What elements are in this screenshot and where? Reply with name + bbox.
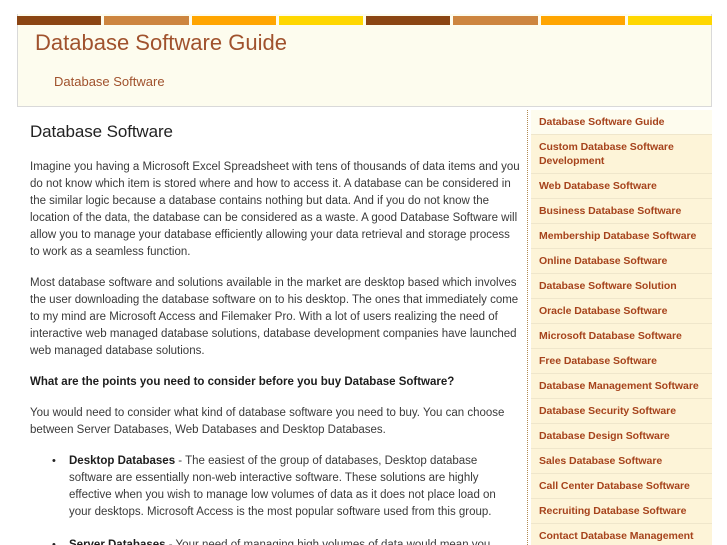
list-item: • Desktop Databases - The easiest of the …: [52, 453, 520, 521]
sidebar-item-label[interactable]: Recruiting Database Software: [539, 504, 706, 518]
site-title: Database Software Guide: [35, 30, 287, 55]
sidebar-item-label[interactable]: Call Center Database Software: [539, 479, 706, 493]
sidebar-item[interactable]: Free Database Software: [531, 349, 712, 374]
list-item-term: Desktop Databases: [69, 455, 176, 467]
database-type-list: • Desktop Databases - The easiest of the …: [30, 453, 520, 545]
sidebar-item[interactable]: Web Database Software: [531, 174, 712, 199]
sidebar-item[interactable]: Call Center Database Software: [531, 474, 712, 499]
color-bar-segment: [366, 16, 451, 25]
color-bar-segment: [191, 16, 276, 25]
color-bar-segment: [278, 16, 363, 25]
sidebar-item-label[interactable]: Free Database Software: [539, 354, 706, 368]
sidebar-navigation: Database Software Guide Custom Database S…: [527, 110, 712, 545]
sidebar-item-label[interactable]: Business Database Software: [539, 204, 706, 218]
sidebar-item[interactable]: Database Design Software: [531, 424, 712, 449]
sidebar-item[interactable]: Online Database Software: [531, 249, 712, 274]
question-heading: What are the points you need to consider…: [30, 376, 455, 388]
sidebar-item[interactable]: Microsoft Database Software: [531, 324, 712, 349]
sidebar-item[interactable]: Business Database Software: [531, 199, 712, 224]
list-item: • Server Databases - Your need of managin…: [52, 537, 520, 545]
sidebar-item[interactable]: Contact Database Management Software: [531, 524, 712, 545]
color-bar-segment: [17, 16, 102, 25]
sidebar-item-label[interactable]: Oracle Database Software: [539, 304, 706, 318]
page-root: Database Software Guide Database Softwar…: [0, 0, 727, 545]
sidebar-item[interactable]: Database Software Solution: [531, 274, 712, 299]
color-bar-segment: [540, 16, 625, 25]
sidebar-item-label[interactable]: Database Design Software: [539, 429, 706, 443]
sidebar-item-label[interactable]: Contact Database Management Software: [539, 529, 706, 545]
bullet-icon: •: [52, 455, 56, 467]
main-content: Database Software Imagine you having a M…: [30, 122, 520, 545]
header-color-bar: [17, 16, 712, 25]
sidebar-item-label[interactable]: Database Security Software: [539, 404, 706, 418]
intro-paragraph-2: Most database software and solutions ava…: [30, 277, 519, 357]
color-bar-segment: [627, 16, 712, 25]
color-bar-segment: [453, 16, 538, 25]
sidebar-item-label[interactable]: Microsoft Database Software: [539, 329, 706, 343]
sidebar-item[interactable]: Database Management Software: [531, 374, 712, 399]
sidebar-item[interactable]: Membership Database Software: [531, 224, 712, 249]
sidebar-item[interactable]: Database Software Guide: [531, 110, 712, 135]
sidebar-item[interactable]: Database Security Software: [531, 399, 712, 424]
color-bar-segment: [104, 16, 189, 25]
sidebar-item[interactable]: Recruiting Database Software: [531, 499, 712, 524]
sidebar-item-label[interactable]: Database Management Software: [539, 379, 706, 393]
list-item-term: Server Databases: [69, 539, 166, 545]
sidebar-item-label[interactable]: Database Software Guide: [539, 115, 706, 129]
sidebar-item-label[interactable]: Online Database Software: [539, 254, 706, 268]
sidebar-item[interactable]: Custom Database Software Development: [531, 135, 712, 174]
sidebar-item-label[interactable]: Custom Database Software Development: [539, 140, 706, 168]
sidebar-item-label[interactable]: Database Software Solution: [539, 279, 706, 293]
bullet-icon: •: [52, 539, 56, 545]
sidebar-item-label[interactable]: Sales Database Software: [539, 454, 706, 468]
sidebar-item-label[interactable]: Web Database Software: [539, 179, 706, 193]
sidebar-item[interactable]: Oracle Database Software: [531, 299, 712, 324]
site-subtitle: Database Software: [54, 74, 165, 89]
intro-paragraph-1: Imagine you having a Microsoft Excel Spr…: [30, 161, 520, 258]
intro-paragraph-3: You would need to consider what kind of …: [30, 407, 505, 436]
sidebar-item-label[interactable]: Membership Database Software: [539, 229, 706, 243]
sidebar-item[interactable]: Sales Database Software: [531, 449, 712, 474]
site-header-band: [17, 14, 712, 107]
page-title: Database Software: [30, 122, 173, 141]
